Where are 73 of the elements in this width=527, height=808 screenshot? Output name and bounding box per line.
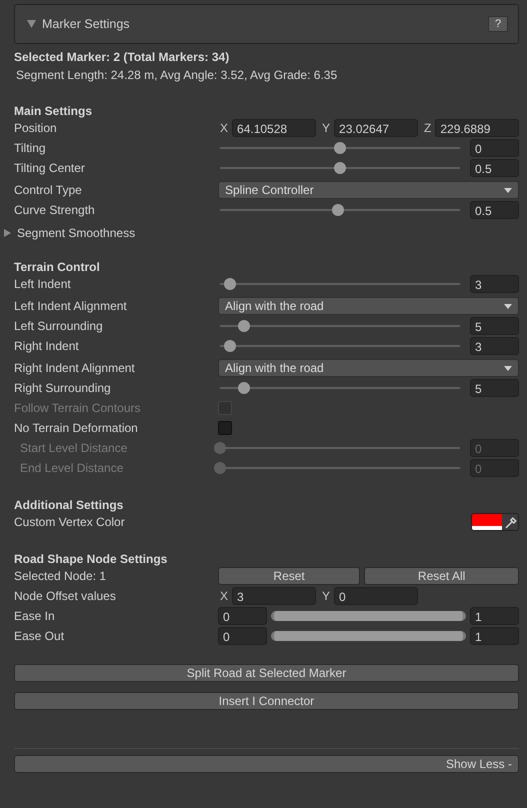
axis-label: Z (423, 121, 432, 135)
dropdown[interactable]: Spline Controller (218, 181, 519, 199)
field-label: Right Surrounding (14, 381, 112, 395)
field-label: Selected Node: 1 (14, 569, 108, 583)
caret-icon (504, 366, 512, 370)
number-field[interactable]: 23.02647 (334, 119, 418, 137)
number-field[interactable]: 3 (470, 337, 519, 355)
field-label: Follow Terrain Contours (14, 401, 142, 415)
number-field[interactable]: 0 (470, 139, 519, 157)
foldout-toggle[interactable]: Segment Smoothness (4, 226, 519, 240)
axis-label: Y (321, 589, 330, 603)
panel-title: Marker Settings (42, 17, 131, 31)
field-label: Left Surrounding (14, 319, 104, 333)
number-field[interactable]: 1 (470, 607, 519, 625)
field-label: Curve Strength (14, 203, 96, 217)
number-field[interactable]: 64.10528 (232, 119, 316, 137)
field-label: End Level Distance (19, 461, 124, 475)
number-field[interactable]: 3 (232, 587, 316, 605)
field-label: Left Indent (14, 277, 72, 291)
section-heading: Main Settings (14, 104, 94, 118)
eyedropper-icon[interactable] (504, 516, 518, 530)
field-label: Ease In (14, 609, 56, 623)
number-field[interactable]: 0 (334, 587, 418, 605)
number-field[interactable]: 3 (470, 275, 519, 293)
slider-thumb[interactable] (238, 382, 250, 394)
show-less-button[interactable]: Show Less - (14, 755, 519, 773)
number-field[interactable]: 229.6889 (435, 119, 520, 137)
axis-label: Y (321, 121, 330, 135)
caret-right-icon (4, 229, 11, 237)
field-label: Tilting Center (14, 161, 86, 175)
reset-button[interactable]: Reset (218, 567, 360, 585)
caret-down-icon[interactable] (27, 20, 36, 28)
segment-stats: Segment Length: 24.28 m, Avg Angle: 3.52, Avg Grade: 6.35 (15, 68, 338, 82)
slider-thumb[interactable] (334, 142, 346, 154)
checkbox[interactable] (218, 421, 232, 435)
slider-thumb[interactable] (334, 162, 346, 174)
axis-label: X (219, 121, 228, 135)
axis-label: X (219, 589, 228, 603)
field-label: Start Level Distance (19, 441, 128, 455)
dropdown[interactable]: Align with the road (218, 297, 519, 315)
number-field[interactable]: 0.5 (470, 201, 519, 219)
field-label: Tilting (14, 141, 47, 155)
number-field[interactable]: 5 (470, 317, 519, 335)
field-label: Right Indent (14, 339, 80, 353)
slider-thumb[interactable] (238, 320, 250, 332)
number-field[interactable]: 5 (470, 379, 519, 397)
slider-thumb[interactable] (332, 204, 344, 216)
field-label: Position (14, 121, 58, 135)
color-field[interactable] (471, 513, 519, 531)
section-heading: Additional Settings (14, 498, 124, 512)
field-label: Right Indent Alignment (14, 361, 136, 375)
slider-thumb[interactable] (224, 278, 236, 290)
caret-icon (504, 304, 512, 308)
dropdown[interactable]: Align with the road (218, 359, 519, 377)
field-label: Node Offset values (14, 589, 117, 603)
selected-marker-info: Selected Marker: 2 (Total Markers: 34) (14, 50, 230, 64)
field-label: Left Indent Alignment (14, 299, 128, 313)
number-field[interactable]: 1 (470, 627, 519, 645)
section-heading: Terrain Control (14, 260, 101, 274)
field-label: Custom Vertex Color (14, 515, 126, 529)
caret-icon (504, 188, 512, 192)
field-label: Control Type (14, 183, 83, 197)
number-field[interactable]: 0 (218, 627, 267, 645)
field-label: Ease Out (14, 629, 66, 643)
slider-thumb[interactable] (224, 340, 236, 352)
reset-button[interactable]: Reset All (364, 567, 519, 585)
field-label: No Terrain Deformation (14, 421, 139, 435)
number-field[interactable]: 0.5 (470, 159, 519, 177)
number-field[interactable]: 0 (218, 607, 267, 625)
action-button[interactable]: Insert I Connector (14, 692, 519, 710)
section-heading: Road Shape Node Settings (14, 552, 168, 566)
help-button[interactable]: ? (488, 16, 508, 32)
action-button[interactable]: Split Road at Selected Marker (14, 664, 519, 682)
